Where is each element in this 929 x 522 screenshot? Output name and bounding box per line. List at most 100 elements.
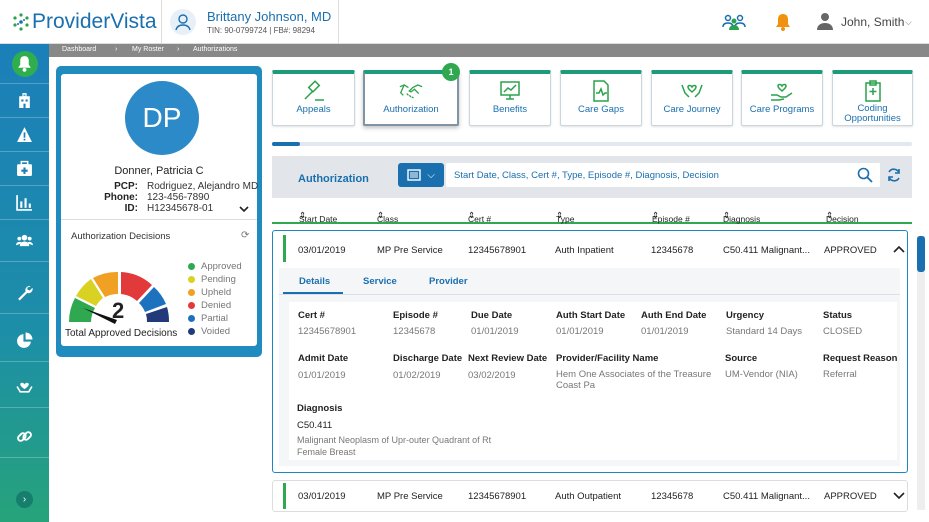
search-icon[interactable]	[857, 167, 873, 183]
legend-label: Approved	[201, 261, 242, 272]
chevron-up-icon[interactable]	[893, 242, 905, 256]
chevron-down-icon[interactable]	[239, 204, 249, 215]
field-label: Episode #	[393, 310, 438, 321]
header-divider	[338, 0, 339, 44]
field-label: Auth End Date	[641, 310, 707, 321]
breadcrumb-dashboard[interactable]: Dashboard	[62, 46, 96, 53]
legend-dot	[188, 263, 195, 270]
chevron-down-icon: ⌵	[427, 169, 435, 181]
bell-icon	[18, 56, 31, 72]
table-header: Start Date ⇕ Class ⇕ Cert # ⇕ Type ⇕ Epi…	[272, 206, 912, 224]
total-approved-count: 2	[112, 298, 125, 323]
chevron-down-icon[interactable]: ⌵	[905, 17, 912, 28]
sidebar-item-tools[interactable]	[0, 272, 49, 314]
column-episode[interactable]: Episode # ⇕	[652, 210, 690, 224]
tile-care-programs[interactable]: Care Programs	[741, 70, 823, 126]
cell-class: MP Pre Service	[377, 491, 443, 502]
diagnosis-description: Malignant Neoplasm of Upr-outer Quadrant…	[297, 435, 492, 457]
cell-cert: 12345678901	[468, 491, 527, 502]
active-tab-underline	[283, 292, 343, 294]
tab-provider[interactable]: Provider	[429, 276, 468, 287]
field-label: Admit Date	[298, 353, 349, 364]
sidebar-item-links[interactable]	[0, 416, 49, 458]
tile-benefits[interactable]: Benefits	[469, 70, 551, 126]
cell-decision: APPROVED	[824, 491, 877, 502]
tile-scroll-indicator[interactable]	[272, 142, 912, 146]
bell-icon[interactable]	[774, 12, 792, 32]
refresh-icon[interactable]	[886, 167, 902, 183]
field-label: Auth Start Date	[556, 310, 626, 321]
sidebar-item-medical[interactable]	[0, 152, 49, 186]
care-journey-icon	[681, 84, 703, 98]
breadcrumb-separator: ›	[115, 46, 118, 53]
legend-denied: Denied	[188, 299, 242, 312]
status-indicator	[283, 235, 286, 262]
provider-ids: TIN: 90-0799724 | FB#: 98294	[207, 26, 315, 35]
link-icon	[17, 431, 32, 442]
view-toggle-button[interactable]: ⌵	[398, 163, 444, 187]
provider-vista-logo[interactable]: ProviderVista	[12, 10, 157, 34]
tile-scroll-thumb[interactable]	[272, 142, 300, 146]
tile-care-journey[interactable]: Care Journey	[651, 70, 733, 126]
legend-dot	[188, 302, 195, 309]
logged-in-user[interactable]: John, Smith	[841, 15, 904, 29]
decisions-legend: Approved Pending Upheld Denied Partial V…	[188, 260, 242, 338]
patient-card: DP Donner, Patricia C PCP: Rodriguez, Al…	[61, 74, 258, 346]
gavel-icon	[303, 80, 324, 101]
field-value: Hem One Associates of the Treasure Coast…	[556, 369, 712, 391]
group-icon[interactable]	[721, 12, 747, 32]
table-row[interactable]: 03/01/2019 MP Pre Service 12345678901 Au…	[272, 230, 908, 473]
sidebar-item-notifications[interactable]	[0, 44, 49, 84]
chevron-down-icon[interactable]	[893, 489, 905, 503]
field-label: Next Review Date	[468, 353, 548, 364]
expand-sidebar-button[interactable]: ›	[16, 491, 33, 508]
column-cert[interactable]: Cert # ⇕	[468, 210, 491, 224]
pcp-label: PCP:	[114, 181, 138, 192]
medical-bag-icon	[17, 160, 32, 176]
table-row[interactable]: 03/01/2019 MP Pre Service 12345678901 Au…	[272, 480, 908, 512]
sidebar-item-facility[interactable]	[0, 84, 49, 118]
column-diagnosis[interactable]: Diagnosis ⇕	[723, 210, 760, 224]
patient-avatar: DP	[125, 81, 199, 155]
legend-dot	[188, 276, 195, 283]
tile-label: Benefits	[492, 104, 528, 115]
scrollbar[interactable]	[917, 236, 925, 510]
tile-appeals[interactable]: Appeals	[272, 70, 355, 126]
cell-episode: 12345678	[651, 245, 694, 256]
coding-icon	[864, 80, 881, 102]
hospital-icon	[19, 93, 30, 108]
legend-label: Denied	[201, 300, 232, 311]
field-label: Source	[725, 353, 758, 364]
tile-care-gaps[interactable]: Care Gaps	[560, 70, 642, 126]
column-start-date[interactable]: Start Date ⇕	[299, 210, 337, 224]
column-type[interactable]: Type ⇕	[556, 210, 574, 224]
authorization-badge: 1	[442, 63, 460, 81]
tile-label: Coding Opportunities	[844, 103, 901, 124]
tile-coding-opportunities[interactable]: Coding Opportunities	[832, 70, 913, 126]
total-approved-label: Total Approved Decisions	[65, 328, 178, 339]
breadcrumb-my-roster[interactable]: My Roster	[132, 46, 164, 53]
sidebar-item-care[interactable]	[0, 366, 49, 408]
cell-start-date: 03/01/2019	[298, 245, 346, 256]
pie-chart-icon	[17, 332, 33, 348]
tab-details[interactable]: Details	[299, 276, 330, 287]
column-decision[interactable]: Decision ⇕	[826, 210, 859, 224]
cell-diagnosis: C50.411 Malignant...	[723, 245, 810, 256]
refresh-icon[interactable]: ⟳	[241, 230, 249, 241]
tab-service[interactable]: Service	[363, 276, 397, 287]
scrollbar-thumb[interactable]	[917, 236, 925, 272]
provider-name[interactable]: Brittany Johnson, MD	[207, 9, 331, 24]
tile-label: Authorization	[383, 104, 439, 115]
tile-label: Care Programs	[749, 104, 815, 115]
user-icon[interactable]	[816, 12, 834, 30]
sidebar-item-alerts[interactable]	[0, 118, 49, 152]
sidebar-item-reports[interactable]	[0, 186, 49, 220]
field-value: Standard 14 Days	[726, 326, 803, 337]
search-input[interactable]	[446, 163, 880, 187]
cell-type: Auth Inpatient	[555, 245, 614, 256]
handshake-icon	[399, 84, 423, 99]
sidebar-item-analytics[interactable]	[0, 320, 49, 362]
field-label: Urgency	[726, 310, 765, 321]
column-class[interactable]: Class ⇕	[377, 210, 398, 224]
sidebar-item-members[interactable]	[0, 220, 49, 262]
